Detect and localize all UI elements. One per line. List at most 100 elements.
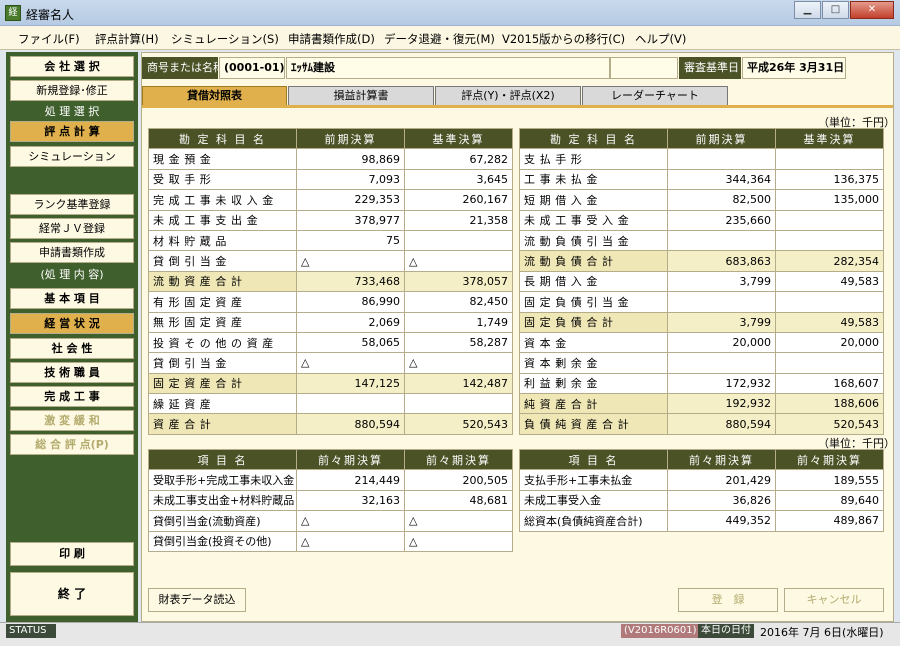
base-value-cell[interactable]: 200,505 [404,469,513,491]
base-value-cell[interactable]: 21,358 [404,209,513,231]
base-value-cell[interactable]: 489,867 [775,510,884,532]
base-value-cell[interactable]: 48,681 [404,489,513,512]
tab-balance-sheet[interactable]: 貸借対照表 [142,86,287,106]
new-register-button[interactable]: 新規登録･修正 [10,80,134,101]
prev-value-cell[interactable]: 201,429 [667,469,776,491]
prev-value-cell[interactable]: 32,163 [296,489,405,512]
base-value-cell[interactable]: 49,583 [775,270,884,293]
prev-value-cell[interactable]: 3,799 [667,311,776,333]
minimize-button[interactable]: ▁ [794,1,821,19]
total-score-button[interactable]: 総 合 評 点(P) [10,434,134,455]
base-value-cell[interactable]: 82,450 [404,291,513,313]
base-value-cell[interactable]: △ [404,510,513,532]
base-value-cell[interactable]: 136,375 [775,168,884,191]
menu-help[interactable]: ヘルプ(V) [635,31,686,47]
base-value-cell[interactable] [775,291,884,313]
tab-score[interactable]: 評点(Y)・評点(X2) [435,86,581,106]
base-value-cell[interactable] [775,209,884,231]
menu-migrate[interactable]: V2015版からの移行(C) [502,31,625,47]
prev-value-cell[interactable]: 82,500 [667,189,776,211]
prev-value-cell[interactable]: 7,093 [296,168,405,191]
prev-value-cell[interactable]: 172,932 [667,372,776,395]
load-financial-data-button[interactable]: 財表データ読込 [148,588,246,612]
rank-register-button[interactable]: ランク基準登録 [10,194,134,215]
base-value-cell[interactable] [775,352,884,374]
maximize-button[interactable]: □ [822,1,849,19]
base-value-cell[interactable]: 168,607 [775,372,884,395]
base-value-cell[interactable]: 378,057 [404,270,513,293]
base-value-cell[interactable]: 282,354 [775,250,884,272]
company-select-button[interactable]: 会 社 選 択 [10,56,134,77]
base-value-cell[interactable]: 20,000 [775,331,884,354]
prev-value-cell[interactable]: 86,990 [296,291,405,313]
tab-radar-chart[interactable]: レーダーチャート [582,86,728,106]
prev-value-cell[interactable] [667,148,776,170]
menu-score-calc[interactable]: 評点計算(H) [95,31,159,47]
register-button[interactable]: 登 録 [678,588,778,612]
base-value-cell[interactable]: 1,749 [404,311,513,333]
base-value-cell[interactable] [775,229,884,252]
completed-works-button[interactable]: 完 成 工 事 [10,386,134,407]
prev-value-cell[interactable]: 147,125 [296,372,405,395]
basic-items-button[interactable]: 基 本 項 目 [10,288,134,309]
base-value-cell[interactable]: 520,543 [775,413,884,435]
prev-value-cell[interactable]: 214,449 [296,469,405,491]
print-button[interactable]: 印 刷 [10,542,134,566]
simulation-button[interactable]: シミュレーション [10,146,134,167]
prev-value-cell[interactable]: 880,594 [296,413,405,435]
prev-value-cell[interactable]: 449,352 [667,510,776,532]
prev-value-cell[interactable]: 2,069 [296,311,405,333]
prev-value-cell[interactable]: 344,364 [667,168,776,191]
prev-value-cell[interactable]: 20,000 [667,331,776,354]
base-value-cell[interactable]: 89,640 [775,489,884,512]
prev-value-cell[interactable] [296,393,405,415]
base-value-cell[interactable]: 188,606 [775,393,884,415]
menu-simulation[interactable]: シミュレーション(S) [171,31,279,47]
prev-value-cell[interactable]: 58,065 [296,331,405,354]
prev-value-cell[interactable] [667,352,776,374]
base-value-cell[interactable]: 260,167 [404,189,513,211]
prev-value-cell[interactable] [667,229,776,252]
tab-income-statement[interactable]: 損益計算書 [288,86,434,106]
prev-value-cell[interactable]: 733,468 [296,270,405,293]
prev-value-cell[interactable]: 75 [296,229,405,252]
prev-value-cell[interactable]: △ [296,250,405,272]
prev-value-cell[interactable]: 98,869 [296,148,405,170]
prev-value-cell[interactable]: △ [296,352,405,374]
prev-value-cell[interactable]: △ [296,530,405,552]
prev-value-cell[interactable]: 3,799 [667,270,776,293]
prev-value-cell[interactable]: 880,594 [667,413,776,435]
cancel-button[interactable]: キャンセル [784,588,884,612]
score-calc-button[interactable]: 評 点 計 算 [10,121,134,142]
base-value-cell[interactable]: 189,555 [775,469,884,491]
base-value-cell[interactable]: 142,487 [404,372,513,395]
social-button[interactable]: 社 会 性 [10,338,134,359]
base-value-cell[interactable]: △ [404,250,513,272]
business-status-button[interactable]: 経 営 状 況 [10,313,134,334]
prev-value-cell[interactable]: 36,826 [667,489,776,512]
base-value-cell[interactable]: 49,583 [775,311,884,333]
base-value-cell[interactable] [404,393,513,415]
base-value-cell[interactable] [775,148,884,170]
base-value-cell[interactable]: 135,000 [775,189,884,211]
menu-file[interactable]: ファイル(F) [18,31,80,47]
prev-value-cell[interactable] [667,291,776,313]
prev-value-cell[interactable]: △ [296,510,405,532]
docs-create-button[interactable]: 申請書類作成 [10,242,134,263]
mitigation-button[interactable]: 激 変 緩 和 [10,410,134,431]
menu-docs[interactable]: 申請書類作成(D) [288,31,375,47]
technicians-button[interactable]: 技 術 職 員 [10,362,134,383]
base-value-cell[interactable]: 67,282 [404,148,513,170]
base-value-cell[interactable]: △ [404,352,513,374]
exit-button[interactable]: 終 了 [10,572,134,616]
base-value-cell[interactable]: △ [404,530,513,552]
prev-value-cell[interactable]: 683,863 [667,250,776,272]
jv-register-button[interactable]: 経常ＪＶ登録 [10,218,134,239]
base-value-cell[interactable]: 58,287 [404,331,513,354]
menu-backup[interactable]: データ退避・復元(M) [384,31,495,47]
prev-value-cell[interactable]: 229,353 [296,189,405,211]
prev-value-cell[interactable]: 192,932 [667,393,776,415]
base-value-cell[interactable]: 520,543 [404,413,513,435]
base-value-cell[interactable]: 3,645 [404,168,513,191]
prev-value-cell[interactable]: 235,660 [667,209,776,231]
